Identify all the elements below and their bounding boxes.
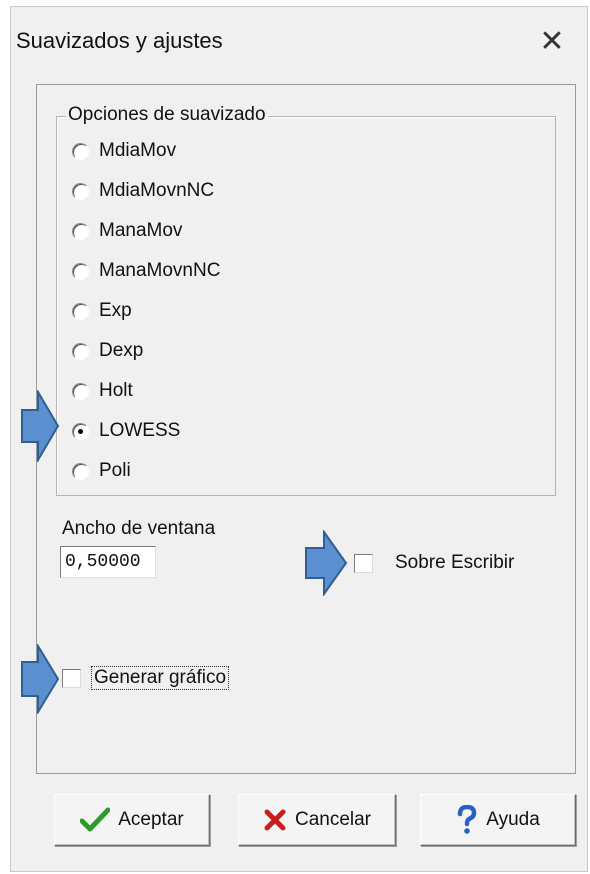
- radio-label: Holt: [99, 380, 133, 401]
- radio-option-poli[interactable]: Poli: [72, 456, 131, 486]
- arrow-right-icon: [305, 530, 348, 596]
- accept-button[interactable]: Aceptar: [54, 794, 210, 846]
- radio-option-mdiamov[interactable]: MdiaMov: [72, 136, 176, 166]
- cancel-button[interactable]: Cancelar: [238, 794, 396, 846]
- radio-option-holt[interactable]: Holt: [72, 376, 133, 406]
- cancel-x-icon: [263, 808, 287, 832]
- radio-button[interactable]: [72, 142, 89, 160]
- radio-label: Poli: [99, 460, 131, 481]
- radio-button[interactable]: [72, 462, 89, 480]
- window-width-label: Ancho de ventana: [62, 518, 216, 539]
- radio-button[interactable]: [72, 342, 89, 360]
- help-button[interactable]: Ayuda: [420, 794, 576, 846]
- arrow-right-icon: [21, 390, 60, 462]
- generate-chart-label: Generar gráfico: [91, 666, 230, 690]
- accept-label: Aceptar: [118, 809, 184, 830]
- checkmark-icon: [80, 807, 111, 833]
- radio-label: LOWESS: [99, 420, 181, 441]
- radio-option-manamov[interactable]: ManaMov: [72, 216, 182, 246]
- radio-label: Exp: [99, 300, 132, 321]
- smoothing-options-legend: Opciones de suavizado: [66, 104, 268, 126]
- overwrite-label: Sobre Escribir: [395, 552, 515, 573]
- radio-label: ManaMov: [99, 220, 183, 241]
- radio-option-dexp[interactable]: Dexp: [72, 336, 143, 366]
- radio-button[interactable]: [72, 382, 89, 400]
- radio-button[interactable]: [72, 262, 89, 280]
- radio-label: MdiaMovnNC: [99, 180, 215, 201]
- overwrite-checkbox-row[interactable]: Sobre Escribir: [354, 552, 514, 574]
- window-width-input[interactable]: [60, 546, 156, 578]
- window-title: Suavizados y ajustes: [16, 28, 223, 53]
- cancel-label: Cancelar: [294, 809, 372, 830]
- generate-chart-checkbox[interactable]: [62, 668, 81, 688]
- radio-option-manamovnnc[interactable]: ManaMovnNC: [72, 256, 220, 286]
- radio-button[interactable]: [72, 182, 89, 200]
- arrow-right-icon: [21, 644, 60, 714]
- radio-label: MdiaMov: [99, 140, 177, 161]
- radio-option-mdiamovnnc[interactable]: MdiaMovnNC: [72, 176, 214, 206]
- generate-chart-checkbox-row[interactable]: Generar gráfico: [62, 666, 230, 690]
- help-label: Ayuda: [486, 809, 540, 830]
- radio-button-selected[interactable]: [72, 422, 89, 440]
- radio-label: Dexp: [99, 340, 144, 361]
- radio-button[interactable]: [72, 302, 89, 320]
- close-icon[interactable]: ✕: [532, 22, 572, 62]
- radio-label: ManaMovnNC: [99, 260, 221, 281]
- overwrite-checkbox[interactable]: [354, 553, 373, 573]
- radio-option-lowess[interactable]: LOWESS: [72, 416, 180, 446]
- radio-option-exp[interactable]: Exp: [72, 296, 132, 326]
- radio-button[interactable]: [72, 222, 89, 240]
- help-question-icon: [456, 805, 478, 835]
